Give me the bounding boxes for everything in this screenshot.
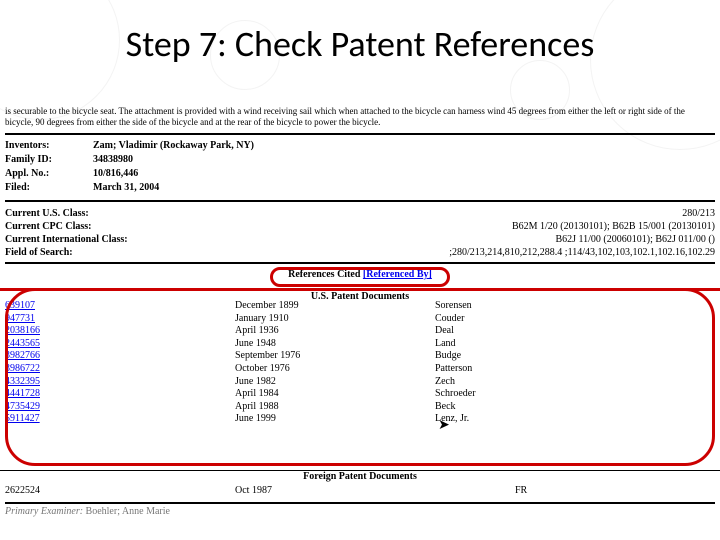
cursor-icon: ➤ xyxy=(438,417,450,434)
value: B62J 11/00 (20060101); B62J 011/00 () xyxy=(555,234,715,245)
label: Current U.S. Class: xyxy=(5,208,89,219)
divider xyxy=(5,262,715,264)
metadata-block: Inventors: Zam; Vladimir (Rockaway Park,… xyxy=(5,140,715,196)
class-row-fos: Field of Search: ;280/213,214,810,212,28… xyxy=(5,247,715,258)
class-row-us: Current U.S. Class: 280/213 xyxy=(5,208,715,219)
label: Current CPC Class: xyxy=(5,221,91,232)
label: Primary Examiner: xyxy=(5,506,83,517)
slide-title: Step 7: Check Patent References xyxy=(0,22,720,66)
value: Zam; Vladimir (Rockaway Park, NY) xyxy=(93,140,254,151)
class-row-cpc: Current CPC Class: B62M 1/20 (20130101);… xyxy=(5,221,715,232)
label: Field of Search: xyxy=(5,247,73,258)
meta-row-appl: Appl. No.: 10/816,446 xyxy=(5,168,715,179)
meta-row-inventors: Inventors: Zam; Vladimir (Rockaway Park,… xyxy=(5,140,715,151)
label: Inventors: xyxy=(5,140,69,151)
value: 34838980 xyxy=(93,154,133,165)
meta-row-filed: Filed: March 31, 2004 xyxy=(5,182,715,193)
divider xyxy=(5,502,715,504)
foreign-patent-date: Oct 1987 xyxy=(235,485,435,496)
foreign-patent-documents-header: Foreign Patent Documents xyxy=(0,470,720,482)
primary-examiner: Primary Examiner: Boehler; Anne Marie xyxy=(5,506,170,517)
label: Filed: xyxy=(5,182,69,193)
foreign-patent-number: 2622524 xyxy=(5,485,235,496)
value: ;280/213,214,810,212,288.4 ;114/43,102,1… xyxy=(449,247,715,258)
meta-row-family: Family ID: 34838980 xyxy=(5,154,715,165)
highlight-references-cited xyxy=(270,267,450,287)
divider xyxy=(5,133,715,135)
highlight-patent-list xyxy=(5,288,715,466)
classification-block: Current U.S. Class: 280/213 Current CPC … xyxy=(5,208,715,260)
label: Family ID: xyxy=(5,154,69,165)
value: B62M 1/20 (20130101); B62B 15/001 (20130… xyxy=(512,221,715,232)
divider xyxy=(5,200,715,202)
label: Current International Class: xyxy=(5,234,128,245)
value: 10/816,446 xyxy=(93,168,138,179)
class-row-intl: Current International Class: B62J 11/00 … xyxy=(5,234,715,245)
foreign-patent-country: FR xyxy=(515,485,715,496)
foreign-patent-row: 2622524Oct 1987 FR xyxy=(5,485,715,496)
foreign-patent-list: 2622524Oct 1987 FR xyxy=(5,485,715,496)
label: Appl. No.: xyxy=(5,168,69,179)
value: 280/213 xyxy=(682,208,715,219)
value: March 31, 2004 xyxy=(93,182,159,193)
abstract-fragment: is securable to the bicycle seat. The at… xyxy=(5,106,715,129)
value: Boehler; Anne Marie xyxy=(83,506,170,517)
